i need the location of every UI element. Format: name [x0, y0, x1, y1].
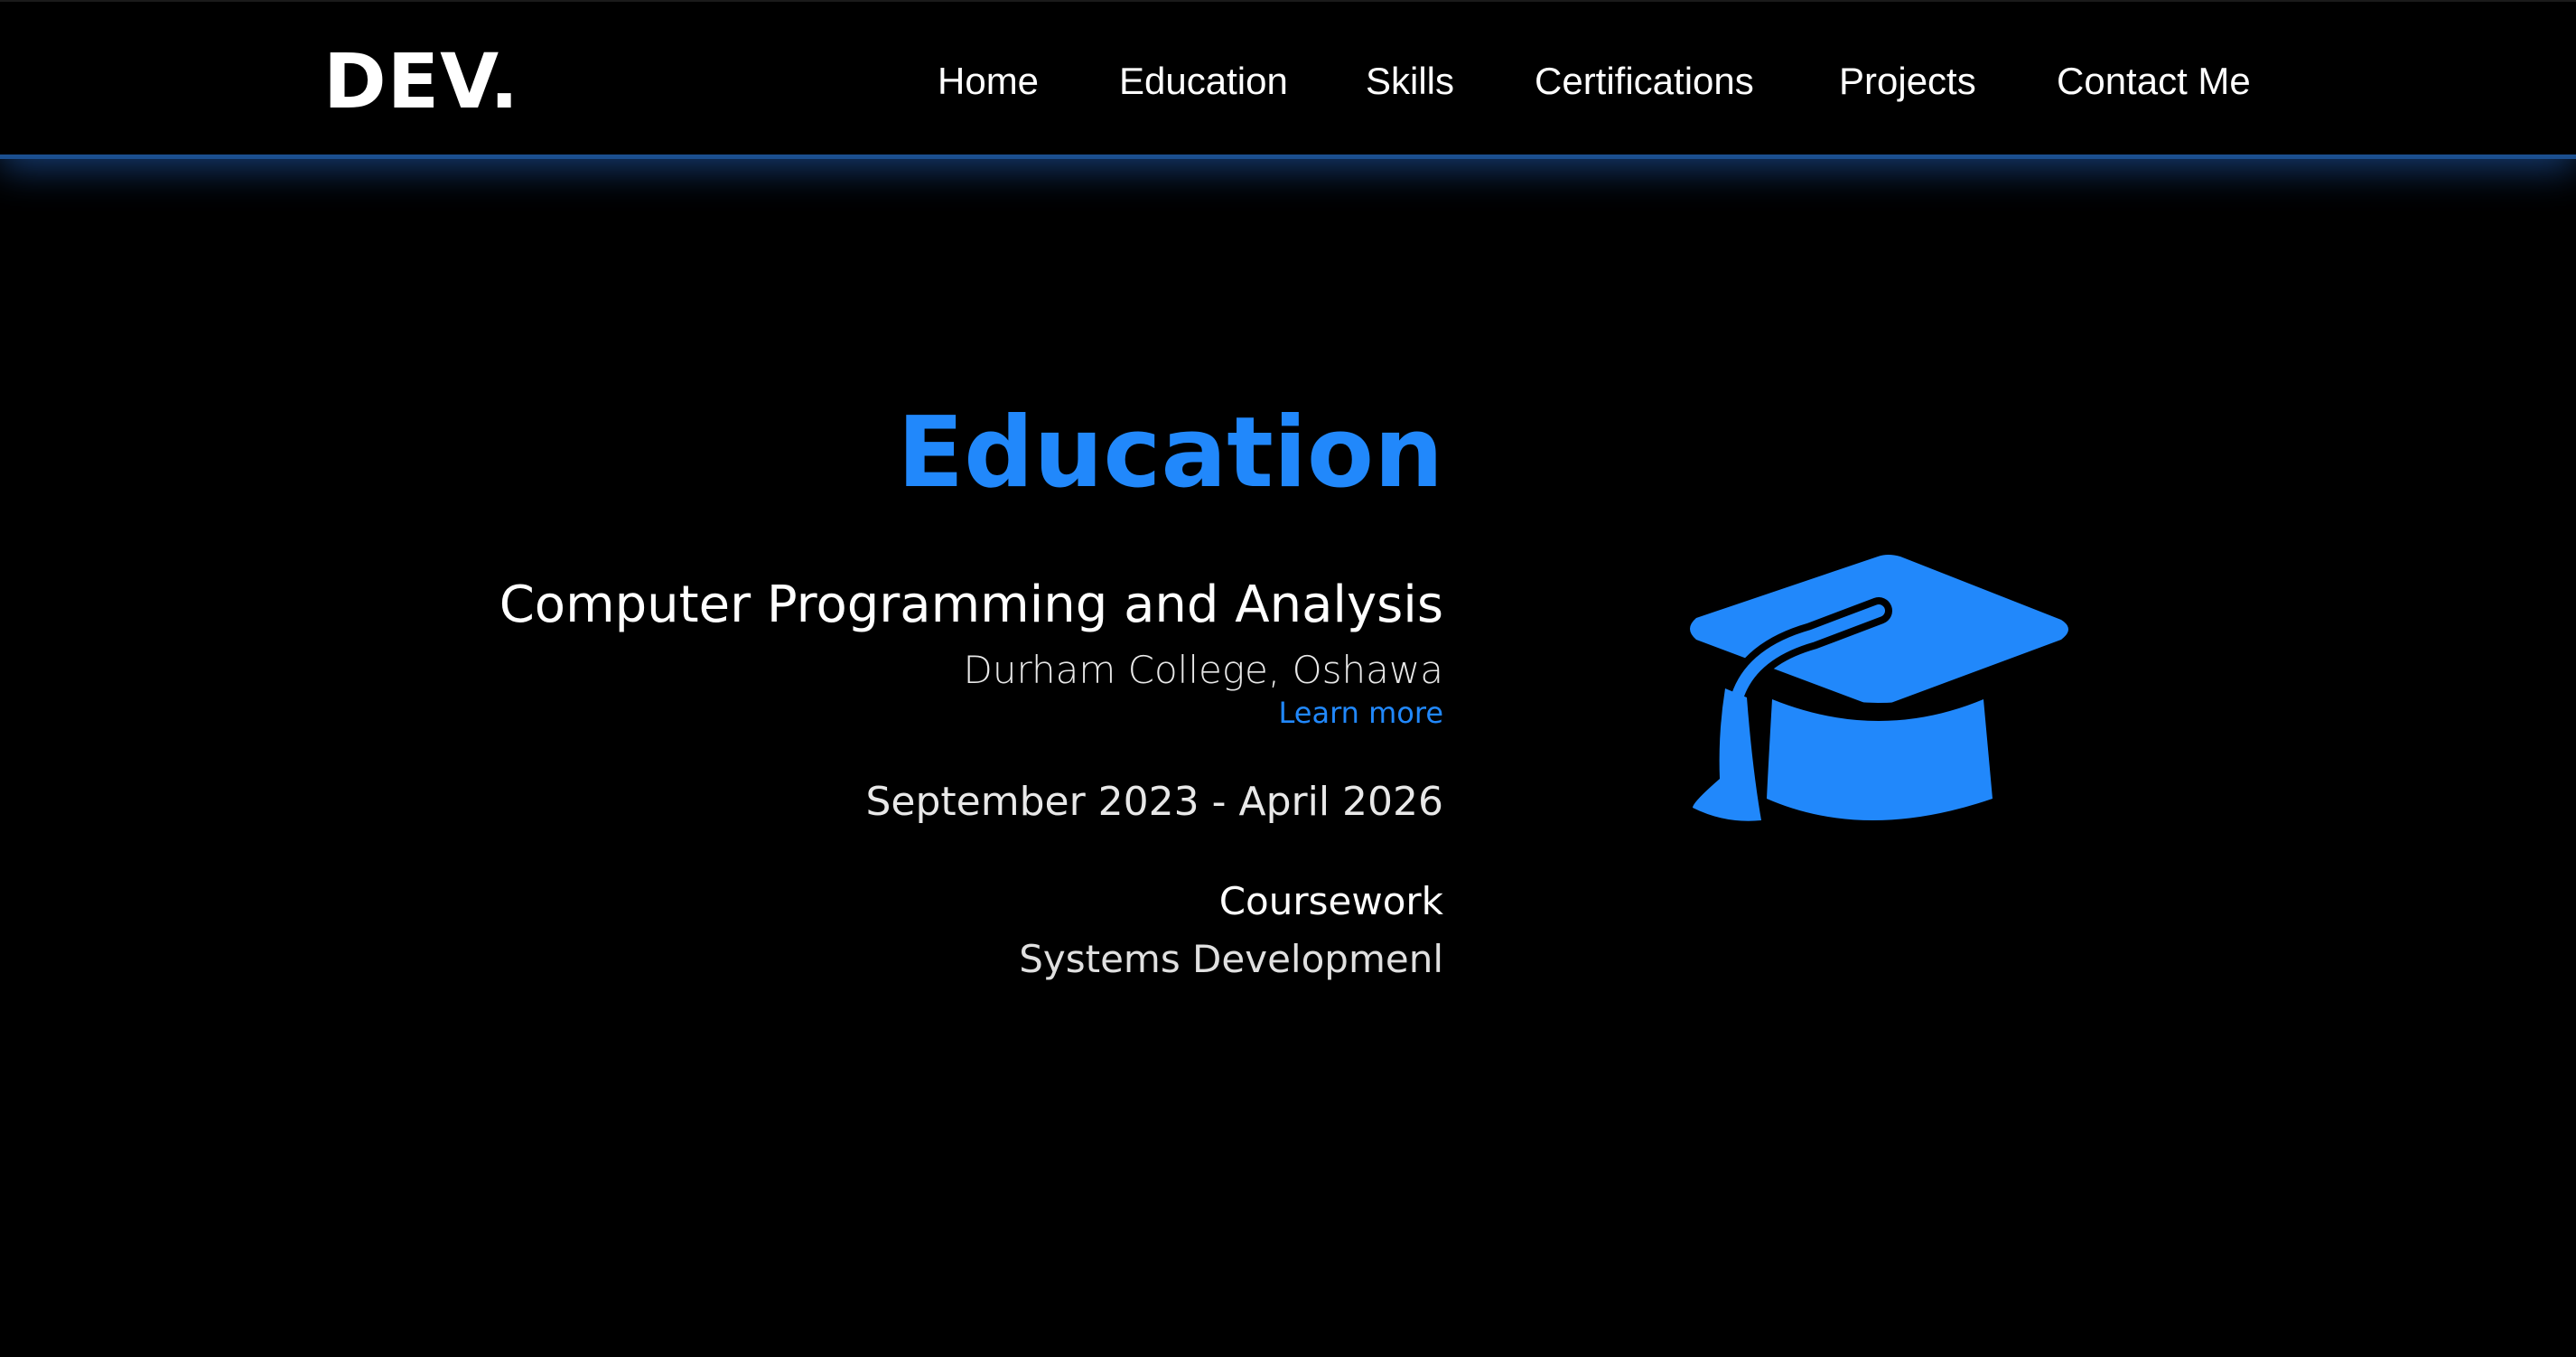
section-title: Education — [897, 397, 1443, 510]
nav-link-projects[interactable]: Projects — [1839, 54, 1976, 108]
site-logo[interactable]: DEV. — [323, 36, 519, 126]
nav-link-skills[interactable]: Skills — [1366, 54, 1454, 108]
navbar: DEV. Home Education Skills Certification… — [0, 0, 2576, 159]
graduation-cap-icon — [1690, 555, 2068, 821]
school-name: Durham College, Oshawa — [963, 648, 1443, 692]
nav-link-contact-me[interactable]: Contact Me — [2057, 54, 2251, 108]
study-dates: September 2023 - April 2026 — [865, 779, 1443, 825]
coursework-heading: Coursework — [1218, 879, 1443, 923]
coursework-item: Systems Developmenl — [1019, 937, 1443, 981]
nav-link-home[interactable]: Home — [938, 54, 1039, 108]
program-name: Computer Programming and Analysis — [499, 576, 1443, 634]
nav-link-education[interactable]: Education — [1119, 54, 1288, 108]
learn-more-link[interactable]: Learn more — [1279, 692, 1444, 734]
nav-link-certifications[interactable]: Certifications — [1535, 54, 1754, 108]
